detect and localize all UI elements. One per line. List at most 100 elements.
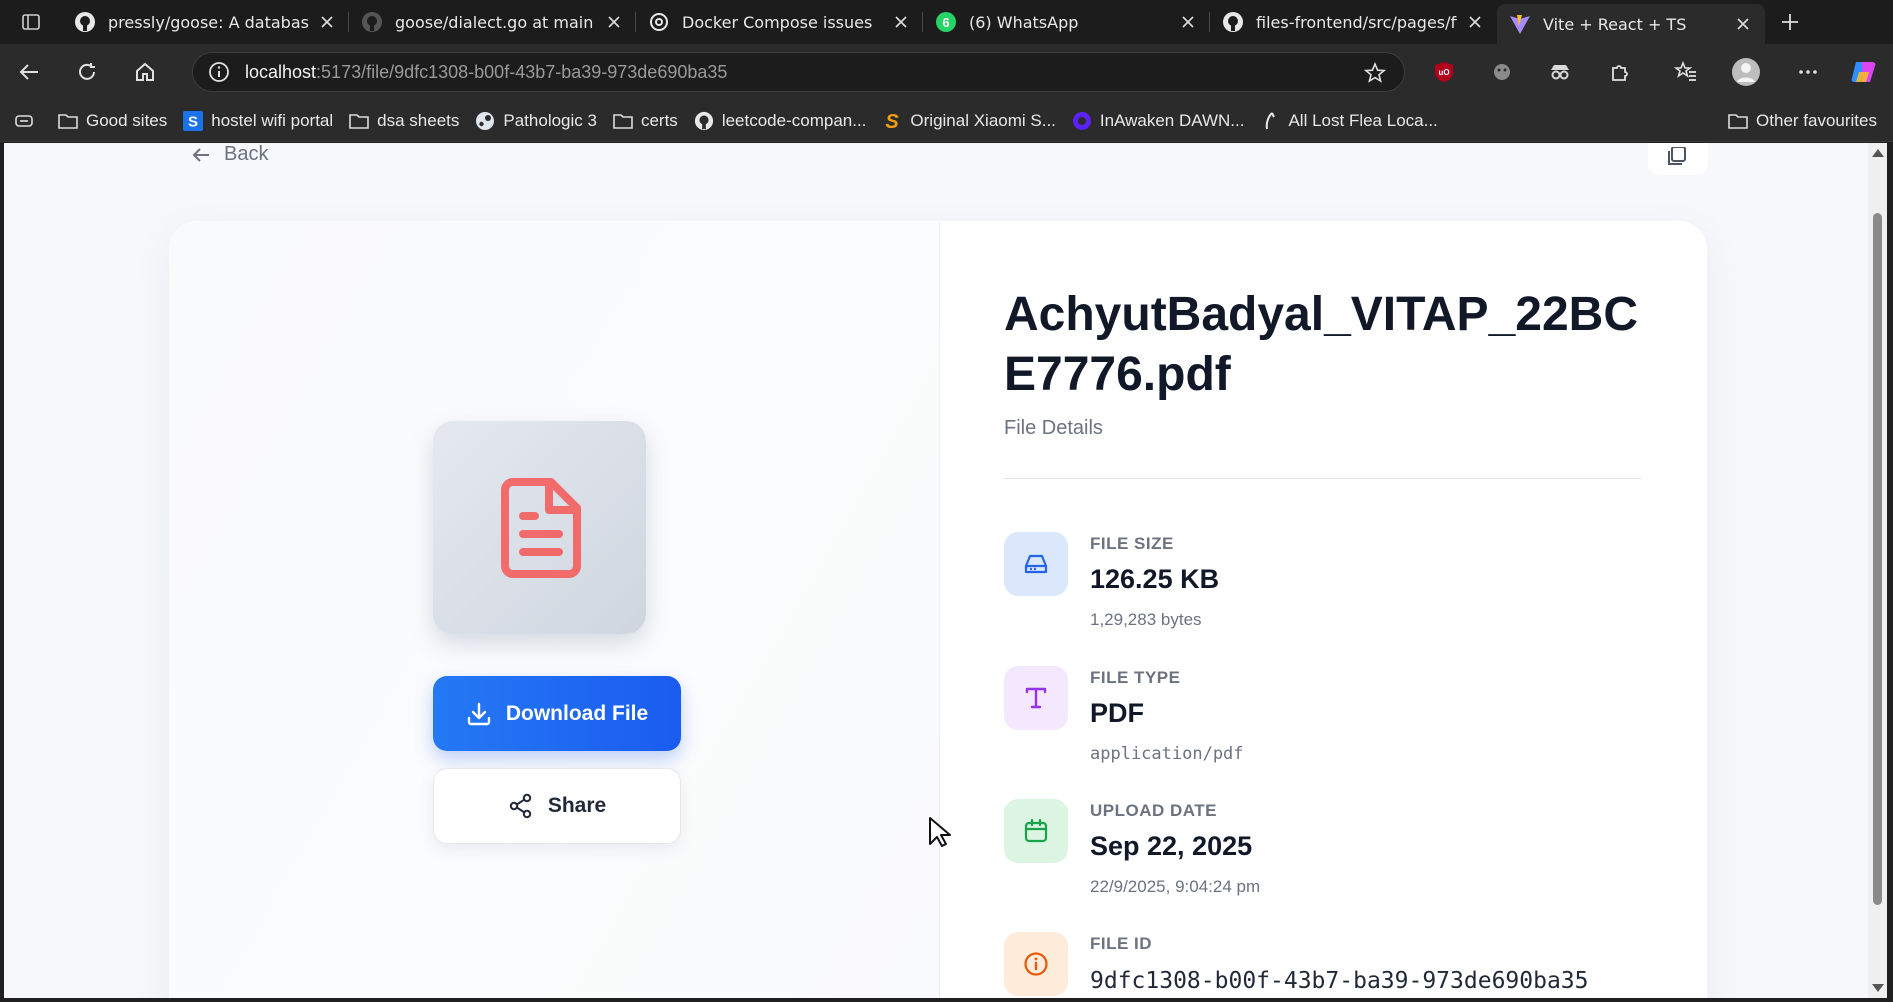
download-file-button[interactable]: Download File (433, 676, 681, 751)
detail-icon-box (1004, 932, 1068, 996)
detail-label: FILE ID (1090, 934, 1153, 953)
tab-vite-app[interactable]: Vite + React + TS (1497, 4, 1765, 44)
tab-close-button[interactable] (1465, 12, 1485, 32)
share-icon (509, 793, 532, 819)
bookmark-label: Good sites (86, 110, 168, 130)
svg-text:S: S (886, 111, 900, 131)
tab-docker-compose[interactable]: Docker Compose issues (636, 0, 923, 44)
folder-icon (613, 111, 633, 131)
bookmark-flea[interactable]: All Lost Flea Loca... (1252, 105, 1445, 137)
url-path: :5173/file/9dfc1308-b00f-43b7-ba39-973de… (316, 61, 728, 82)
bookmark-good-sites[interactable]: Good sites (50, 105, 175, 137)
extension-button[interactable] (1536, 44, 1584, 100)
copy-link-button[interactable] (1648, 143, 1708, 175)
detail-label: UPLOAD DATE (1090, 801, 1218, 820)
file-text-icon (500, 477, 581, 578)
bookmark-inawaken[interactable]: InAwaken DAWN... (1064, 105, 1253, 137)
github-icon (75, 12, 95, 32)
page-scrollbar[interactable] (1868, 143, 1887, 998)
scroll-down-arrow[interactable] (1872, 984, 1884, 992)
star-icon (1363, 61, 1387, 83)
close-icon (1737, 18, 1749, 30)
tab-title: files-frontend/src/pages/fi (1256, 12, 1457, 32)
detail-value: 126.25 KB (1090, 564, 1220, 594)
more-icon (1799, 70, 1817, 74)
tab-files-frontend[interactable]: files-frontend/src/pages/fi (1210, 0, 1497, 44)
arrow-left-icon (192, 147, 209, 162)
bookmark-dsa-sheets[interactable]: dsa sheets (341, 105, 467, 137)
bookmark-hostel-wifi[interactable]: S hostel wifi portal (175, 105, 341, 137)
detail-value: Sep 22, 2025 (1090, 831, 1253, 861)
file-id-value[interactable]: 9dfc1308-b00f-43b7-ba39-973de690ba35 (1090, 968, 1589, 994)
extension-button[interactable] (1478, 44, 1526, 100)
settings-menu-button[interactable] (1784, 44, 1832, 100)
close-icon (1469, 16, 1481, 28)
detail-icon-box (1004, 799, 1068, 863)
copy-icon (1668, 147, 1686, 165)
bookmark-pathologic[interactable]: Pathologic 3 (467, 105, 605, 137)
detail-subvalue: 22/9/2025, 9:04:24 pm (1090, 877, 1261, 896)
github-icon (362, 12, 382, 32)
github-icon (1223, 12, 1243, 32)
close-icon (608, 16, 620, 28)
close-icon (1182, 16, 1194, 28)
avatar-icon (1732, 58, 1760, 86)
flea-icon (1260, 111, 1280, 131)
tab-title: goose/dialect.go at main · p (395, 12, 596, 32)
scroll-up-arrow[interactable] (1872, 149, 1884, 157)
detail-file-type: FILE TYPE PDF application/pdf (1004, 666, 1644, 776)
steam-icon (475, 111, 495, 131)
tab-close-button[interactable] (1733, 14, 1753, 34)
file-details-card: Download File Share AchyutBadyal_VITAP_2… (169, 221, 1707, 998)
tab-title: pressly/goose: A database (108, 12, 309, 32)
new-tab-button[interactable] (1765, 0, 1815, 44)
tab-goose-repo[interactable]: pressly/goose: A database (62, 0, 349, 44)
close-icon (321, 16, 333, 28)
spy-icon (1551, 65, 1569, 80)
arrow-left-icon (19, 64, 38, 80)
share-button[interactable]: Share (433, 768, 681, 844)
file-preview (433, 421, 646, 634)
bookmark-certs[interactable]: certs (605, 105, 686, 137)
scroll-thumb[interactable] (1873, 213, 1882, 905)
ublock-extension-button[interactable]: uO (1420, 44, 1468, 100)
tab-close-button[interactable] (317, 12, 337, 32)
bookmarks-bar: Good sites S hostel wifi portal dsa shee… (0, 100, 1893, 142)
bookmark-label: Pathologic 3 (503, 110, 597, 130)
detail-subvalue: application/pdf (1090, 744, 1244, 764)
url-text: localhost:5173/file/9dfc1308-b00f-43b7-b… (245, 62, 727, 83)
tab-close-button[interactable] (1178, 12, 1198, 32)
site-info-button[interactable] (193, 61, 245, 83)
download-icon (467, 702, 491, 725)
back-link[interactable]: Back (190, 143, 268, 166)
tab-whatsapp[interactable]: 6 (6) WhatsApp (923, 0, 1210, 44)
bookmark-leetcode[interactable]: leetcode-compan... (686, 105, 875, 137)
profile-button[interactable] (1722, 44, 1770, 100)
reload-button[interactable] (58, 44, 116, 100)
favorites-list-icon (1674, 60, 1696, 81)
tab-close-button[interactable] (604, 12, 624, 32)
favorites-button[interactable] (1662, 44, 1710, 100)
home-button[interactable] (116, 44, 174, 100)
type-icon (1025, 687, 1047, 709)
bookmark-label: dsa sheets (377, 110, 460, 130)
download-label: Download File (505, 701, 649, 725)
address-bar[interactable]: localhost:5173/file/9dfc1308-b00f-43b7-b… (192, 52, 1405, 92)
other-favourites-folder[interactable]: Other favourites (1720, 105, 1885, 137)
copilot-button[interactable] (1840, 44, 1888, 100)
bookmark-label: hostel wifi portal (211, 110, 334, 130)
vite-icon (1510, 15, 1530, 34)
back-nav-button[interactable] (0, 44, 58, 100)
bookmark-label: InAwaken DAWN... (1099, 110, 1245, 130)
cursor-icon (929, 817, 951, 847)
tab-close-button[interactable] (891, 12, 911, 32)
tab-goose-dialect[interactable]: goose/dialect.go at main · p (349, 0, 636, 44)
extensions-menu-button[interactable] (1596, 44, 1644, 100)
home-icon (136, 62, 154, 81)
detail-upload-date: UPLOAD DATE Sep 22, 2025 22/9/2025, 9:04… (1004, 799, 1644, 909)
folder-icon (349, 111, 369, 131)
bookmarks-toggle-button[interactable] (0, 105, 50, 137)
bookmark-xiaomi[interactable]: S Original Xiaomi S... (874, 105, 1064, 137)
favorite-button[interactable] (1363, 61, 1387, 88)
tab-actions-button[interactable] (0, 0, 62, 44)
